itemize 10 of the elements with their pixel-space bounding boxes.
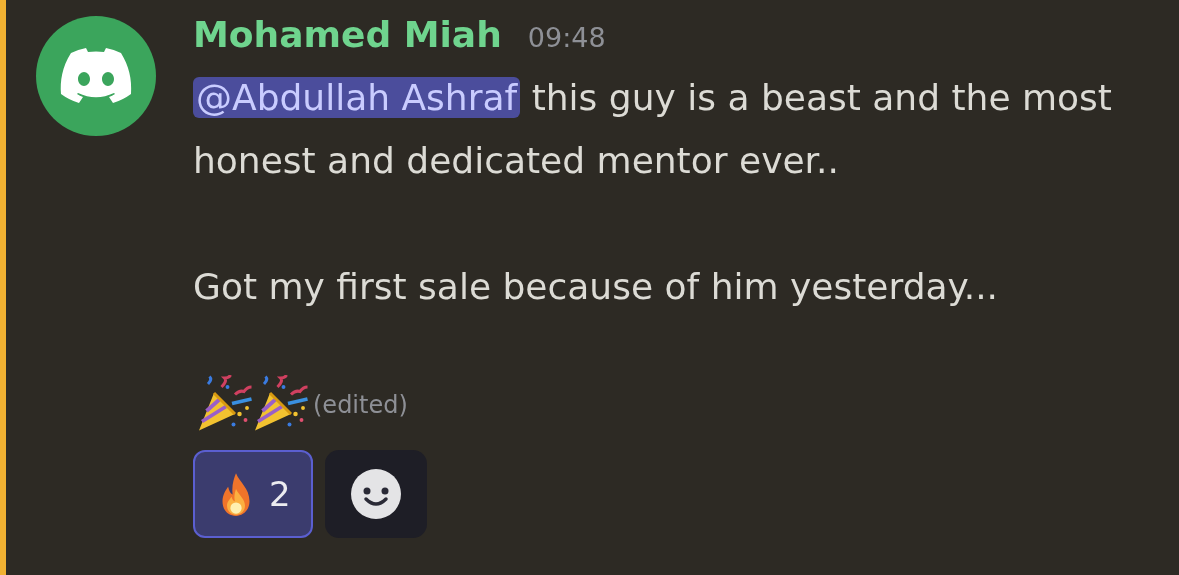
timestamp: 09:48 — [527, 22, 606, 53]
controller-icon — [60, 48, 132, 104]
message-text: Got my first sale because of him yesterday... — [193, 265, 1000, 309]
smiley-icon — [350, 469, 401, 519]
reaction-button[interactable]: 2 — [193, 450, 313, 538]
author-name[interactable]: Mohamed Miah — [193, 14, 502, 55]
message-text: @Abdullah Ashraf this guy is a beast and the most honest and dedicated mentor ever.. — [193, 76, 1113, 183]
edited-label: (edited) — [313, 391, 408, 419]
user-mention[interactable]: @Abdullah Ashraf — [193, 77, 521, 118]
add-reaction-button[interactable] — [324, 450, 427, 538]
